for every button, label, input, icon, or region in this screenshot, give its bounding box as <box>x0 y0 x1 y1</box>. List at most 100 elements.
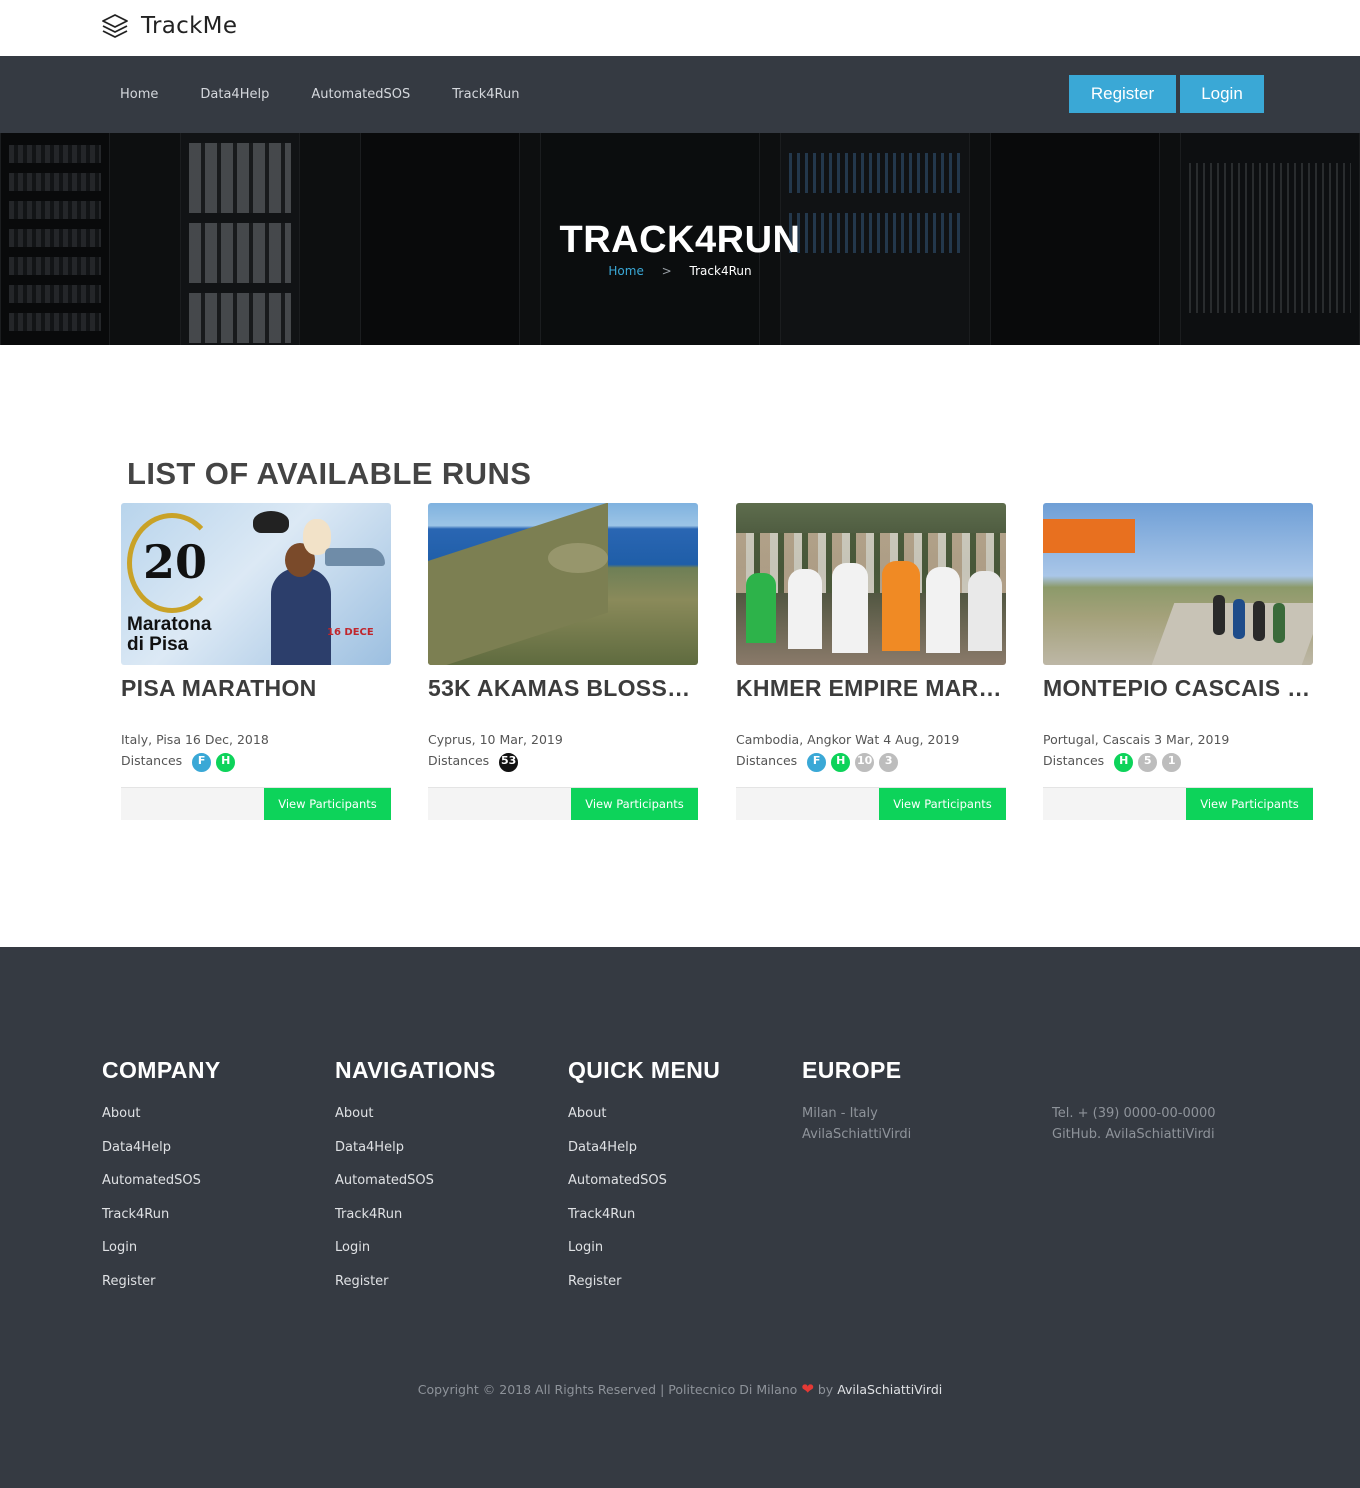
brand-name: TrackMe <box>141 13 238 39</box>
copyright-author-link[interactable]: AvilaSchiattiVirdi <box>837 1382 942 1397</box>
run-title[interactable]: MONTEPIO CASCAIS HALF MARATHON <box>1043 675 1313 702</box>
hero-banner: TRACK4RUN Home > Track4Run <box>0 133 1360 345</box>
breadcrumb-current: Track4Run <box>689 264 752 278</box>
footer-link-track4run[interactable]: Track4Run <box>102 1207 221 1241</box>
footer-address: Milan - Italy AvilaSchiattiVirdi <box>802 1103 911 1145</box>
footer-heading: NAVIGATIONS <box>335 1057 496 1083</box>
run-image-cascais[interactable] <box>1043 503 1313 665</box>
run-title[interactable]: 53K AKAMAS BLOSSOM <box>428 675 698 702</box>
run-distances: Distances H 5 1 <box>1043 751 1313 774</box>
heart-icon: ❤ <box>801 1380 814 1398</box>
run-image-khmer[interactable] <box>736 503 1006 665</box>
card-footer: View Participants <box>428 787 698 820</box>
run-title[interactable]: KHMER EMPIRE MARATHON <box>736 675 1006 702</box>
nav-track4run[interactable]: Track4Run <box>452 87 519 102</box>
card-footer: View Participants <box>736 787 1006 820</box>
run-card-akamas: 53K AKAMAS BLOSSOM Cyprus, 10 Mar, 2019 … <box>428 503 698 820</box>
register-button[interactable]: Register <box>1069 75 1176 113</box>
section-title: LIST OF AVAILABLE RUNS <box>127 456 532 491</box>
nav-links: Home Data4Help AutomatedSOS Track4Run <box>120 56 561 133</box>
run-distances: Distances F H <box>121 751 391 774</box>
copyright: Copyright © 2018 All Rights Reserved | P… <box>0 1380 1360 1398</box>
footer-link-login[interactable]: Login <box>568 1240 720 1274</box>
nav-data4help[interactable]: Data4Help <box>200 87 269 102</box>
distance-badge: 53 <box>497 751 521 774</box>
page-title: TRACK4RUN <box>559 219 801 261</box>
footer-company: COMPANY About Data4Help AutomatedSOS Tra… <box>102 1057 221 1307</box>
distances-label: Distances <box>736 753 798 768</box>
footer-heading: QUICK MENU <box>568 1057 721 1083</box>
card-footer: View Participants <box>1043 787 1313 820</box>
run-card-khmer: KHMER EMPIRE MARATHON Cambodia, Angkor W… <box>736 503 1006 820</box>
run-card-pisa: 20 Maratona di Pisa 16 DECE PISA MARATHON… <box>121 503 391 820</box>
address-team: AvilaSchiattiVirdi <box>802 1127 912 1142</box>
run-location-date: Cambodia, Angkor Wat 4 Aug, 2019 <box>736 732 960 747</box>
breadcrumb-separator: > <box>661 264 672 278</box>
run-card-cascais: MONTEPIO CASCAIS HALF MARATHON Portugal,… <box>1043 503 1313 820</box>
distance-badge: H <box>829 751 853 774</box>
footer-link-data4help[interactable]: Data4Help <box>102 1140 221 1174</box>
distances-label: Distances <box>121 753 183 768</box>
distance-badge: F <box>805 751 829 774</box>
card-footer: View Participants <box>121 787 391 820</box>
view-participants-button[interactable]: View Participants <box>264 788 391 820</box>
footer-link-register[interactable]: Register <box>568 1274 720 1308</box>
distances-label: Distances <box>428 753 490 768</box>
run-distances: Distances 53 <box>428 751 698 774</box>
layers-icon <box>102 14 128 38</box>
nav-automatedsos[interactable]: AutomatedSOS <box>311 87 410 102</box>
brand-bar: TrackMe <box>0 0 1360 56</box>
brand-logo[interactable]: TrackMe <box>101 12 237 40</box>
run-location-date: Italy, Pisa 16 Dec, 2018 <box>121 732 269 747</box>
footer-link-about[interactable]: About <box>102 1106 221 1140</box>
distance-badge: 1 <box>1160 751 1184 774</box>
run-location-date: Cyprus, 10 Mar, 2019 <box>428 732 563 747</box>
footer-europe: EUROPE <box>802 1057 902 1084</box>
footer-link-about[interactable]: About <box>568 1106 720 1140</box>
footer-link-automatedsos[interactable]: AutomatedSOS <box>335 1173 496 1207</box>
footer: COMPANY About Data4Help AutomatedSOS Tra… <box>0 947 1360 1488</box>
view-participants-button[interactable]: View Participants <box>1186 788 1313 820</box>
distance-badge: 5 <box>1136 751 1160 774</box>
footer-heading: EUROPE <box>802 1057 902 1083</box>
footer-link-data4help[interactable]: Data4Help <box>335 1140 496 1174</box>
distance-badge: H <box>214 751 238 774</box>
run-image-pisa[interactable]: 20 Maratona di Pisa 16 DECE <box>121 503 391 665</box>
distance-badge: H <box>1112 751 1136 774</box>
footer-link-data4help[interactable]: Data4Help <box>568 1140 720 1174</box>
run-location-date: Portugal, Cascais 3 Mar, 2019 <box>1043 732 1230 747</box>
footer-link-about[interactable]: About <box>335 1106 496 1140</box>
footer-link-track4run[interactable]: Track4Run <box>335 1207 496 1241</box>
copyright-by: by <box>817 1382 834 1397</box>
footer-link-automatedsos[interactable]: AutomatedSOS <box>568 1173 720 1207</box>
footer-link-register[interactable]: Register <box>335 1274 496 1308</box>
footer-link-login[interactable]: Login <box>102 1240 221 1274</box>
view-participants-button[interactable]: View Participants <box>879 788 1006 820</box>
footer-link-register[interactable]: Register <box>102 1274 221 1308</box>
breadcrumb: Home > Track4Run <box>0 264 1360 278</box>
view-participants-button[interactable]: View Participants <box>571 788 698 820</box>
run-image-akamas[interactable] <box>428 503 698 665</box>
distance-badge: 10 <box>853 751 877 774</box>
copyright-text: Copyright © 2018 All Rights Reserved | P… <box>417 1382 798 1397</box>
footer-link-automatedsos[interactable]: AutomatedSOS <box>102 1173 221 1207</box>
run-distances: Distances F H 10 3 <box>736 751 1006 774</box>
breadcrumb-home[interactable]: Home <box>608 264 643 278</box>
main-nav: Home Data4Help AutomatedSOS Track4Run Re… <box>0 56 1360 133</box>
distances-label: Distances <box>1043 753 1105 768</box>
nav-home[interactable]: Home <box>120 87 158 102</box>
footer-heading: COMPANY <box>102 1057 221 1083</box>
auth-buttons: Register Login <box>1069 75 1264 113</box>
footer-link-login[interactable]: Login <box>335 1240 496 1274</box>
runs-section: LIST OF AVAILABLE RUNS 20 Maratona di Pis… <box>0 345 1360 947</box>
address-city: Milan - Italy <box>802 1106 878 1121</box>
distance-badge: 3 <box>877 751 901 774</box>
contact-github[interactable]: GitHub. AvilaSchiattiVirdi <box>1052 1124 1216 1145</box>
distance-badge: F <box>190 751 214 774</box>
footer-quick-menu: QUICK MENU About Data4Help AutomatedSOS … <box>568 1057 720 1307</box>
run-title[interactable]: PISA MARATHON <box>121 675 391 702</box>
footer-contact: Tel. + (39) 0000-00-0000 GitHub. AvilaSc… <box>1052 1103 1216 1145</box>
footer-link-track4run[interactable]: Track4Run <box>568 1207 720 1241</box>
footer-navigations: NAVIGATIONS About Data4Help AutomatedSOS… <box>335 1057 496 1307</box>
login-button[interactable]: Login <box>1180 75 1264 113</box>
